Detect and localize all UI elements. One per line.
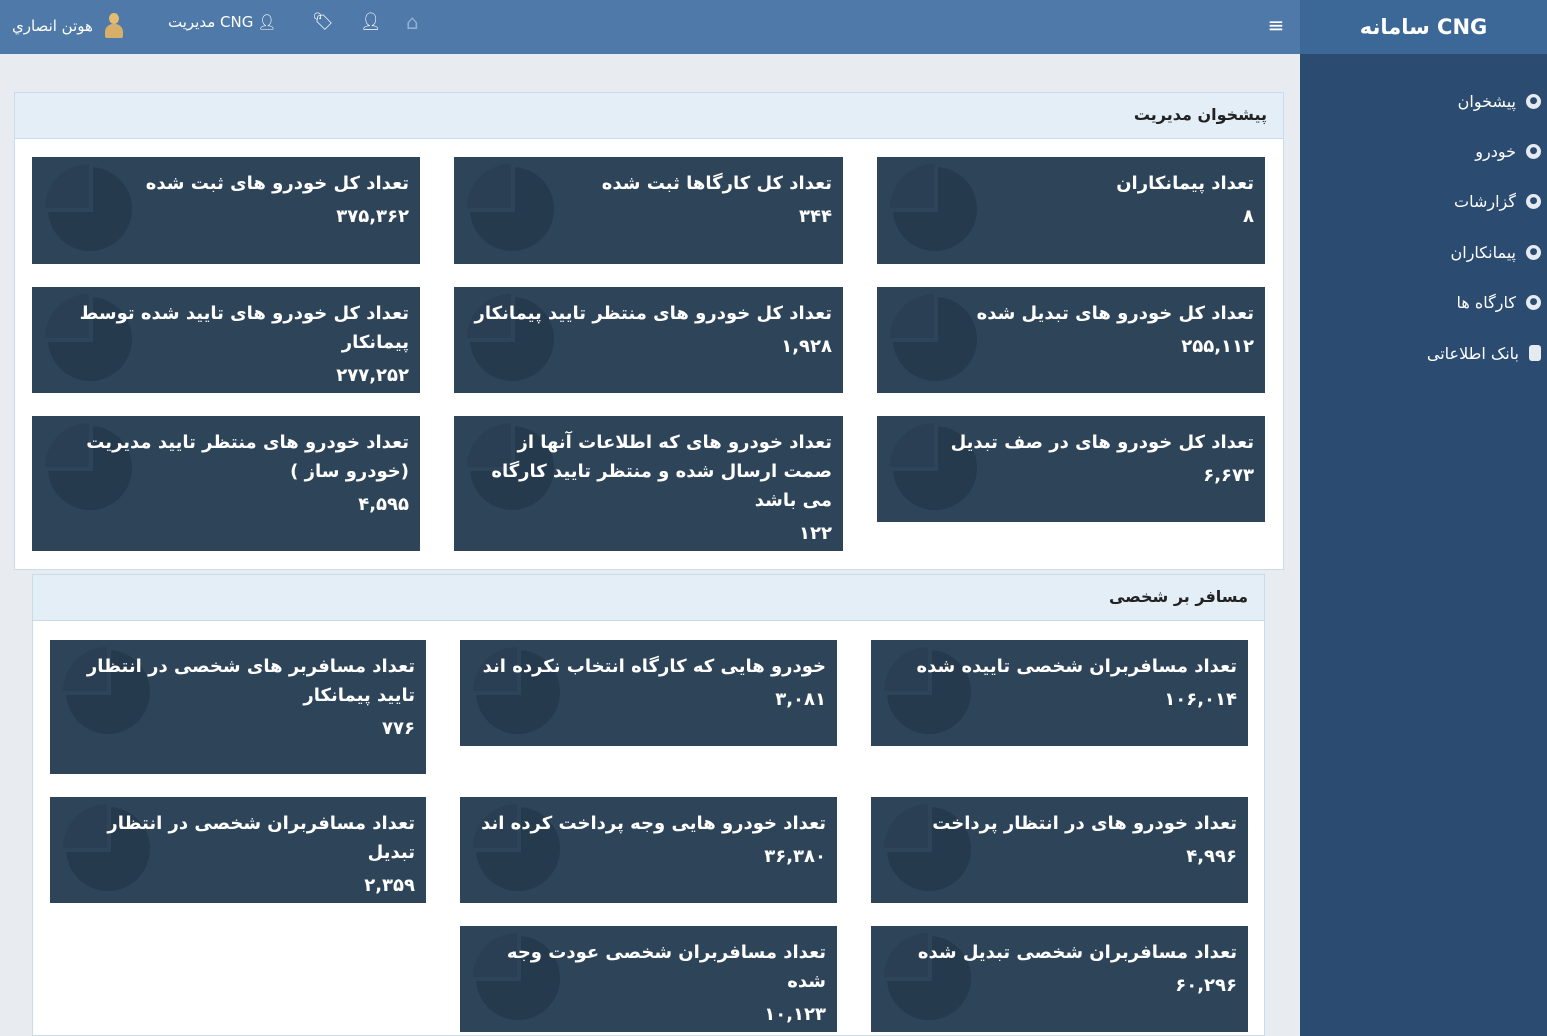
menu-toggle-icon[interactable]: ≡ — [1264, 13, 1288, 37]
stat-card[interactable]: تعداد کل کارگاها ثبت شده ۳۴۴ — [454, 157, 843, 264]
sidebar-item-workshops[interactable]: ● کارگاه ها — [1301, 287, 1541, 317]
sidebar-item-reports[interactable]: ● گزارشات — [1301, 186, 1541, 216]
card-title: تعداد مسافربران شخصی در انتظار تبدیل — [107, 813, 415, 863]
sidebar-item-label: پیمانکاران — [1450, 242, 1517, 262]
card-value: ۳۴۴ — [799, 206, 832, 227]
card-value: ۱۰۶,۰۱۴ — [1164, 689, 1237, 710]
user-name: هوتن انصاري — [12, 17, 93, 35]
card-value: ۳۶,۳۸۰ — [764, 846, 826, 867]
card-title: تعداد کل خودرو های منتظر تایید پیمانکار — [474, 303, 832, 324]
card-title: تعداد کل خودرو های در صف تبدیل — [950, 432, 1254, 453]
user-profile-menu[interactable]: هوتن انصاري — [12, 13, 125, 39]
stat-card[interactable]: تعداد کل خودرو های منتظر تایید پیمانکار … — [454, 287, 843, 393]
globe-icon: ● — [1526, 244, 1541, 260]
card-title: تعداد مسافربران شخصی تبدیل شده — [917, 942, 1237, 963]
card-title: تعداد کل خودرو های تایید شده توسط پیمانک… — [79, 303, 409, 353]
stat-card[interactable]: تعداد مسافربران شخصی در انتظار تبدیل ۲,۳… — [50, 797, 426, 903]
panel-title: مسافر بر شخصی — [1109, 587, 1248, 606]
card-value: ۱۲۲ — [799, 523, 832, 544]
sidebar: ● پیشخوان ● خودرو ● گزارشات ● پیمانکاران… — [1300, 54, 1547, 1036]
admin-menu[interactable]: مديريت CNG 👤︎ — [168, 13, 276, 31]
card-title: تعداد کل خودرو های ثبت شده — [145, 173, 409, 194]
card-value: ۴,۵۹۵ — [358, 494, 409, 515]
sidebar-item-label: خودرو — [1475, 141, 1516, 161]
sidebar-item-label: گزارشات — [1454, 191, 1516, 211]
card-value: ۲۵۵,۱۱۲ — [1181, 336, 1254, 357]
stat-card[interactable]: تعداد کل خودرو های تبدیل شده ۲۵۵,۱۱۲ — [877, 287, 1265, 393]
stat-card[interactable]: تعداد مسافربران شخصی تبدیل شده ۶۰,۲۹۶ — [871, 926, 1248, 1032]
stat-card[interactable]: تعداد خودرو های در انتظار پرداخت ۴,۹۹۶ — [871, 797, 1248, 903]
card-title: خودرو هایی که کارگاه انتخاب نکرده اند — [482, 656, 826, 677]
sidebar-item-database[interactable]: بانک اطلاعاتی — [1301, 338, 1541, 368]
stat-card[interactable]: تعداد خودرو هایی وجه پرداخت کرده اند ۳۶,… — [460, 797, 837, 903]
sidebar-item-label: بانک اطلاعاتی — [1426, 343, 1519, 363]
globe-icon: ● — [1526, 193, 1541, 209]
card-title: تعداد مسافربران شخصی عودت وجه شده — [506, 942, 826, 992]
home-icon[interactable]: ⌂ — [406, 10, 419, 34]
card-value: ۳,۰۸۱ — [775, 689, 826, 710]
card-value: ۷۷۶ — [382, 718, 415, 739]
sidebar-item-dashboard[interactable]: ● پیشخوان — [1301, 86, 1541, 116]
stat-card[interactable]: تعداد مسافربران شخصی عودت وجه شده ۱۰,۱۲۳ — [460, 926, 837, 1032]
stat-card[interactable]: تعداد مسافربران شخصی تاییده شده ۱۰۶,۰۱۴ — [871, 640, 1248, 746]
stat-card[interactable]: تعداد کل خودرو های ثبت شده ۳۷۵,۳۶۲ — [32, 157, 420, 264]
stat-card[interactable]: تعداد خودرو های که اطلاعات آنها از صمت ا… — [454, 416, 843, 551]
card-value: ۸ — [1243, 206, 1254, 227]
card-title: تعداد خودرو های در انتظار پرداخت — [932, 813, 1237, 834]
tags-icon[interactable]: 🏷︎ — [312, 12, 334, 32]
stat-card[interactable]: خودرو هایی که کارگاه انتخاب نکرده اند ۳,… — [460, 640, 837, 746]
card-title: تعداد خودرو هایی وجه پرداخت کرده اند — [481, 813, 826, 834]
card-value: ۱۰,۱۲۳ — [764, 1004, 826, 1025]
panel-title: پیشخوان مدیریت — [1133, 105, 1267, 124]
panel-header: پیشخوان مدیریت — [15, 93, 1283, 139]
stat-card[interactable]: تعداد کل خودرو های در صف تبدیل ۶,۶۷۳ — [877, 416, 1265, 522]
card-value: ۲۷۷,۲۵۲ — [336, 365, 409, 386]
panel-header: مسافر بر شخصی — [33, 575, 1264, 621]
card-title: تعداد مسافربران شخصی تاییده شده — [916, 656, 1237, 677]
sidebar-item-label: کارگاه ها — [1456, 292, 1517, 312]
stat-card[interactable]: تعداد پیمانکاران ۸ — [877, 157, 1265, 264]
card-title: تعداد خودرو های که اطلاعات آنها از صمت ا… — [491, 432, 832, 511]
card-title: تعداد کل کارگاها ثبت شده — [601, 173, 832, 194]
brand-title[interactable]: سامانه CNG — [1300, 0, 1547, 54]
globe-icon: ● — [1526, 93, 1541, 109]
card-value: ۲,۳۵۹ — [364, 875, 415, 896]
stat-card[interactable]: تعداد کل خودرو های تایید شده توسط پیمانک… — [32, 287, 420, 393]
stat-card[interactable]: تعداد مسافربر های شخصی در انتظار تایید پ… — [50, 640, 426, 774]
card-value: ۶,۶۷۳ — [1203, 465, 1254, 486]
card-value: ۱,۹۲۸ — [781, 336, 832, 357]
database-icon — [1529, 345, 1541, 361]
card-value: ۳۷۵,۳۶۲ — [336, 206, 409, 227]
sidebar-item-vehicle[interactable]: ● خودرو — [1301, 136, 1541, 166]
user-icon: 👤︎ — [257, 13, 277, 31]
sidebar-item-contractors[interactable]: ● پیمانکاران — [1301, 237, 1541, 267]
globe-icon: ● — [1526, 143, 1541, 159]
top-navbar: هوتن انصاري مديريت CNG 👤︎ 🏷︎ 👤︎ ⌂ ≡ — [0, 0, 1300, 54]
card-title: تعداد پیمانکاران — [1116, 173, 1254, 194]
user-avatar-icon — [103, 13, 125, 39]
card-title: تعداد مسافربر های شخصی در انتظار تایید پ… — [86, 656, 415, 706]
admin-label: مديريت CNG — [168, 13, 254, 31]
globe-icon: ● — [1526, 294, 1541, 310]
card-title: تعداد خودرو های منتظر تایید مدیریت (خودر… — [86, 432, 409, 482]
stat-card[interactable]: تعداد خودرو های منتظر تایید مدیریت (خودر… — [32, 416, 420, 551]
sidebar-item-label: پیشخوان — [1457, 91, 1516, 111]
user-icon[interactable]: 👤︎ — [360, 12, 382, 32]
card-value: ۶۰,۲۹۶ — [1175, 975, 1237, 996]
card-value: ۴,۹۹۶ — [1186, 846, 1237, 867]
card-title: تعداد کل خودرو های تبدیل شده — [976, 303, 1254, 324]
